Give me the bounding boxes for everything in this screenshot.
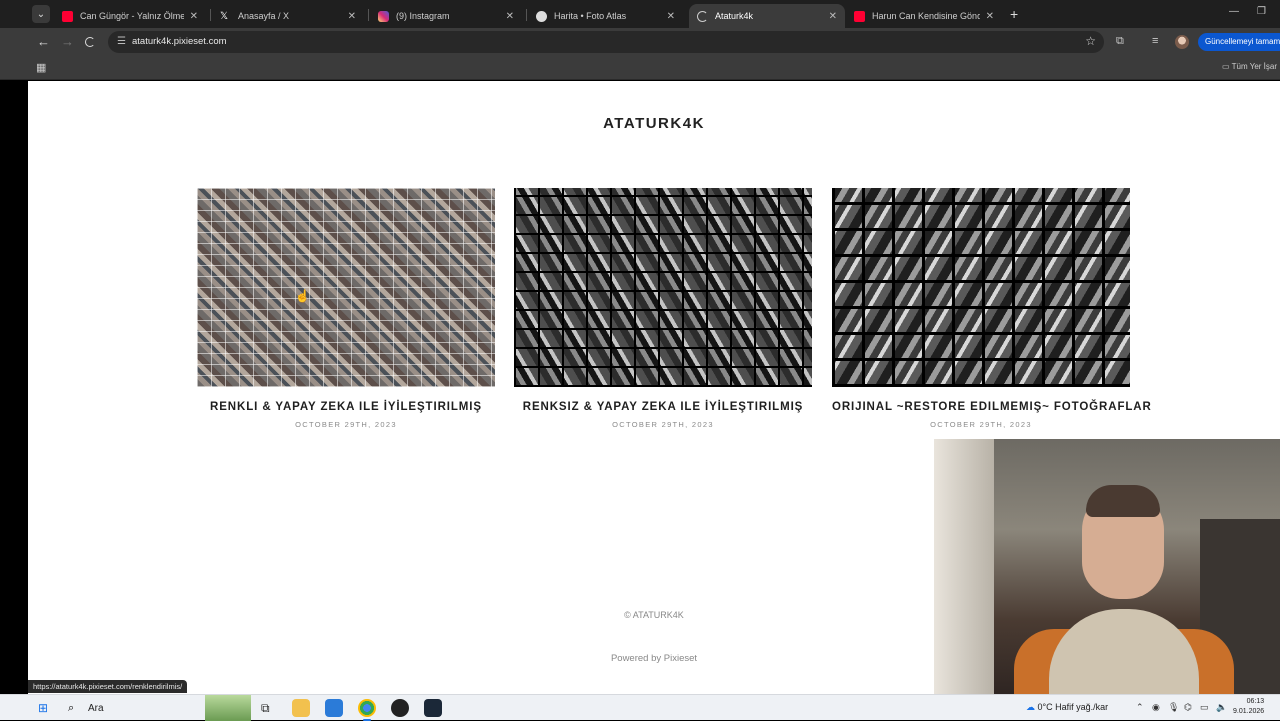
network-icon[interactable]: ⌬ — [1184, 702, 1192, 713]
globe-icon — [536, 10, 547, 22]
link-status-bubble: https://ataturk4k.pixieset.com/renklendi… — [28, 680, 188, 693]
gallery-card-color[interactable]: RENKLI & YAPAY ZEKA ILE İYİLEŞTIRILMIŞ O… — [197, 188, 495, 429]
gallery-date: OCTOBER 29TH, 2023 — [930, 420, 1032, 429]
tab-strip: ⌄ Can Güngör - Yalnız Ölmek - Yo ✕ 𝕏 Ana… — [0, 0, 1280, 28]
tab-title: (9) Instagram — [396, 11, 450, 21]
microphone-icon[interactable]: 🎙 — [1168, 702, 1179, 713]
tab-youtube-can-gungor[interactable]: Can Güngör - Yalnız Ölmek - Yo ✕ — [54, 4, 206, 28]
gallery-cover-image[interactable] — [514, 188, 812, 387]
hand-cursor-icon: ☝ — [295, 289, 310, 303]
person-hair — [1086, 485, 1160, 517]
search-icon: ⌕ — [68, 702, 75, 714]
gallery-title[interactable]: RENKLI & YAPAY ZEKA ILE İYİLEŞTIRILMIŞ — [197, 401, 495, 413]
url-text[interactable]: ataturk4k.pixieset.com — [132, 36, 227, 47]
gallery-card-original[interactable]: ORIJINAL ~RESTORE EDILMEMIŞ~ FOTOĞRAFLAR… — [832, 188, 1151, 429]
webcam-overlay — [934, 439, 1280, 698]
taskbar-search[interactable]: ⌕ Ara — [60, 698, 200, 718]
youtube-icon — [854, 10, 865, 22]
chrome-icon[interactable] — [358, 699, 376, 721]
lamp — [934, 439, 994, 698]
clock-time: 06:13 — [1246, 698, 1265, 705]
profile-avatar[interactable] — [1175, 35, 1189, 49]
gallery-date: OCTOBER 29TH, 2023 — [612, 420, 714, 429]
tab-foto-atlas[interactable]: Harita • Foto Atlas ✕ — [528, 4, 683, 28]
loading-spinner-icon[interactable] — [85, 37, 95, 47]
gallery-title[interactable]: RENKSIZ & YAPAY ZEKA ILE İYİLEŞTIRILMIŞ — [514, 401, 812, 413]
tray-overflow-icon[interactable]: ⌃ — [1136, 702, 1144, 713]
gallery-title[interactable]: ORIJINAL ~RESTORE EDILMEMIŞ~ FOTOĞRAFLAR — [832, 401, 1151, 413]
gallery-cover-image[interactable] — [197, 188, 495, 387]
steam-icon[interactable] — [424, 699, 442, 717]
screen: ⌄ Can Güngör - Yalnız Ölmek - Yo ✕ 𝕏 Ana… — [0, 0, 1280, 721]
bookmark-star-icon[interactable]: ☆ — [1085, 34, 1096, 48]
tab-title: Anasayfa / X — [238, 11, 290, 21]
maximize-icon[interactable]: ❐ — [1257, 6, 1266, 17]
x-icon: 𝕏 — [220, 10, 229, 22]
site-info-icon[interactable]: ☰ — [117, 36, 128, 47]
weather-icon: ☁ — [1026, 702, 1038, 712]
loading-icon — [697, 10, 708, 22]
folder-icon: ▭ — [1222, 62, 1232, 71]
weather-text: 0°C Hafif yağ./kar — [1037, 702, 1109, 712]
tab-title: Can Güngör - Yalnız Ölmek - Yo — [80, 11, 184, 21]
windows-taskbar: ⊞ ⌕ Ara ⧉ ☁ 0°C Hafif yağ./kar ⌃ ◉ 🎙 ⌬ ▭… — [0, 694, 1280, 721]
search-label: Ara — [88, 702, 104, 714]
windows-start-icon[interactable]: ⊞ — [38, 701, 48, 715]
clock-date: 9.01.2026 — [1233, 708, 1265, 715]
tab-title: Ataturk4k — [715, 11, 754, 21]
close-icon[interactable]: ✕ — [348, 11, 356, 22]
new-tab-icon[interactable]: + — [1010, 6, 1018, 22]
gallery-card-bw[interactable]: RENKSIZ & YAPAY ZEKA ILE İYİLEŞTIRILMIŞ … — [514, 188, 812, 429]
tab-title: Harita • Foto Atlas — [554, 11, 627, 21]
update-button[interactable]: Güncellemeyi tamamla — [1198, 33, 1280, 51]
tab-x-home[interactable]: 𝕏 Anasayfa / X ✕ — [212, 4, 364, 28]
gallery-date: OCTOBER 29TH, 2023 — [295, 420, 397, 429]
obs-icon[interactable] — [391, 699, 409, 717]
close-icon[interactable]: ✕ — [506, 11, 514, 22]
left-black-strip — [0, 80, 28, 694]
close-icon[interactable]: ✕ — [986, 11, 994, 22]
mail-app-icon[interactable] — [325, 699, 343, 717]
forward-icon[interactable]: → — [61, 34, 74, 49]
apps-grid-icon[interactable]: ▦ — [36, 61, 46, 74]
file-explorer-icon[interactable] — [292, 699, 310, 717]
bookmarks-bar: ▦ ▭ Tüm Yer İşar — [0, 56, 1280, 80]
gallery-cover-image[interactable] — [832, 188, 1130, 387]
system-clock[interactable]: 06:13 9.01.2026 — [1233, 697, 1264, 717]
all-bookmarks-label: Tüm Yer İşar — [1231, 62, 1277, 71]
extensions-icon[interactable]: ⧉ — [1116, 35, 1124, 48]
media-control-icon[interactable]: ≡ — [1152, 35, 1158, 47]
task-view-icon[interactable]: ⧉ — [261, 701, 270, 716]
site-title: ATATURK4K — [603, 115, 705, 132]
close-icon[interactable]: ✕ — [667, 11, 675, 22]
close-icon[interactable]: ✕ — [190, 11, 198, 22]
instagram-icon — [378, 10, 389, 22]
minimize-icon[interactable]: — — [1229, 6, 1239, 17]
tab-ataturk4k[interactable]: Ataturk4k ✕ — [689, 4, 845, 28]
tab-instagram[interactable]: (9) Instagram ✕ — [370, 4, 522, 28]
volume-icon[interactable]: 🔈 — [1216, 702, 1227, 713]
tab-search-icon[interactable]: ⌄ — [32, 5, 50, 23]
back-icon[interactable]: ← — [37, 34, 50, 49]
browser-toolbar: ← → ☰ ataturk4k.pixieset.com ☆ ⧉ ≡ — [0, 28, 1280, 56]
search-highlight-image[interactable] — [205, 695, 251, 721]
person-body — [1049, 609, 1199, 698]
address-bar[interactable]: ☰ ataturk4k.pixieset.com ☆ — [108, 31, 1104, 53]
youtube-icon — [62, 10, 73, 22]
display-icon[interactable]: ▭ — [1200, 702, 1209, 713]
tab-title: Harun Can Kendisine Gönderm — [872, 11, 980, 21]
close-icon[interactable]: ✕ — [829, 11, 837, 22]
tab-youtube-harun-can[interactable]: Harun Can Kendisine Gönderm ✕ — [846, 4, 1002, 28]
security-icon[interactable]: ◉ — [1152, 702, 1160, 713]
all-bookmarks-button[interactable]: ▭ Tüm Yer İşar — [1222, 62, 1277, 71]
weather-widget[interactable]: ☁ 0°C Hafif yağ./kar — [1026, 702, 1108, 713]
